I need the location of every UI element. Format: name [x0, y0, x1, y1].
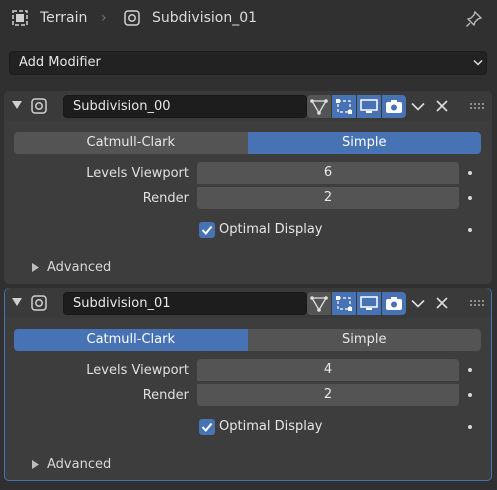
viewport-toggle-button[interactable]	[357, 95, 381, 118]
object-icon	[12, 10, 28, 26]
add-modifier-dropdown[interactable]: Add Modifier	[9, 51, 487, 75]
monitor-icon	[360, 99, 378, 113]
render-label: Render	[142, 191, 189, 206]
camera-icon	[386, 297, 402, 310]
animate-property-dot[interactable]	[468, 368, 472, 372]
camera-icon	[386, 100, 402, 113]
animate-property-dot[interactable]	[468, 171, 472, 175]
edit-mode-icon	[310, 99, 328, 115]
subdivision-modifier-icon	[31, 295, 47, 311]
animate-property-dot[interactable]	[468, 228, 472, 232]
modifier-icon	[124, 10, 140, 26]
checkmark-icon	[201, 225, 213, 236]
chevron-down-icon	[473, 59, 483, 66]
modifier-header: Subdivision_00	[4, 91, 492, 121]
render-levels-field[interactable]: 2	[197, 187, 459, 209]
cage-button[interactable]	[332, 292, 356, 315]
chevron-down-icon[interactable]	[411, 299, 425, 308]
levels-viewport-field[interactable]: 4	[197, 359, 459, 381]
close-icon[interactable]	[436, 100, 448, 112]
cage-icon	[336, 296, 352, 311]
modifier-name-field[interactable]: Subdivision_00	[63, 95, 307, 118]
drag-handle-icon[interactable]	[469, 299, 485, 307]
subdivision-type-selector: Catmull-Clark Simple	[14, 132, 481, 154]
pin-icon[interactable]	[465, 10, 483, 28]
edit-mode-button[interactable]	[307, 95, 331, 118]
render-toggle-button[interactable]	[382, 95, 406, 118]
edit-mode-icon	[310, 296, 328, 312]
optimal-display-checkbox[interactable]	[199, 419, 215, 435]
optimal-display-label: Optimal Display	[219, 222, 323, 237]
properties-header: Terrain › Subdivision_01	[0, 0, 497, 38]
object-name: Terrain	[40, 10, 88, 26]
checkmark-icon	[201, 422, 213, 433]
modifier-header: Subdivision_01	[5, 288, 491, 318]
subdivision-type-selector: Catmull-Clark Simple	[14, 329, 481, 351]
close-icon[interactable]	[436, 297, 448, 309]
advanced-subpanel-header[interactable]: Advanced	[47, 260, 111, 275]
catmull-clark-option[interactable]: Catmull-Clark	[14, 329, 248, 351]
expand-triangle-icon[interactable]	[32, 263, 39, 272]
collapse-triangle-icon[interactable]	[12, 101, 22, 110]
render-toggle-button[interactable]	[382, 292, 406, 315]
advanced-subpanel-header[interactable]: Advanced	[47, 457, 111, 472]
expand-triangle-icon[interactable]	[32, 460, 39, 469]
edit-mode-button[interactable]	[307, 292, 331, 315]
simple-option[interactable]: Simple	[247, 329, 481, 351]
animate-property-dot[interactable]	[468, 425, 472, 429]
levels-viewport-label: Levels Viewport	[86, 166, 189, 181]
cage-button[interactable]	[332, 95, 356, 118]
catmull-clark-option[interactable]: Catmull-Clark	[14, 132, 248, 154]
monitor-icon	[360, 296, 378, 310]
optimal-display-checkbox[interactable]	[199, 222, 215, 238]
animate-property-dot[interactable]	[468, 196, 472, 200]
cage-icon	[336, 99, 352, 114]
levels-viewport-field[interactable]: 6	[197, 162, 459, 184]
modifier-panel-subdivision-01: Subdivision_01 Catmull-Clark Simple Leve…	[4, 288, 492, 481]
breadcrumb-separator: ›	[101, 10, 107, 26]
modifier-name-field[interactable]: Subdivision_01	[63, 292, 307, 315]
add-modifier-label: Add Modifier	[19, 55, 101, 70]
levels-viewport-label: Levels Viewport	[86, 363, 189, 378]
mesh-name: Subdivision_01	[152, 10, 258, 26]
collapse-triangle-icon[interactable]	[12, 298, 22, 307]
subdivision-modifier-icon	[31, 98, 47, 114]
optimal-display-label: Optimal Display	[219, 419, 323, 434]
chevron-down-icon[interactable]	[411, 102, 425, 111]
viewport-toggle-button[interactable]	[357, 292, 381, 315]
render-levels-field[interactable]: 2	[197, 384, 459, 406]
render-label: Render	[142, 388, 189, 403]
drag-handle-icon[interactable]	[469, 102, 485, 110]
animate-property-dot[interactable]	[468, 393, 472, 397]
simple-option[interactable]: Simple	[247, 132, 481, 154]
modifier-panel-subdivision-00: Subdivision_00 Catmull-Clark Simple Leve…	[4, 91, 492, 284]
